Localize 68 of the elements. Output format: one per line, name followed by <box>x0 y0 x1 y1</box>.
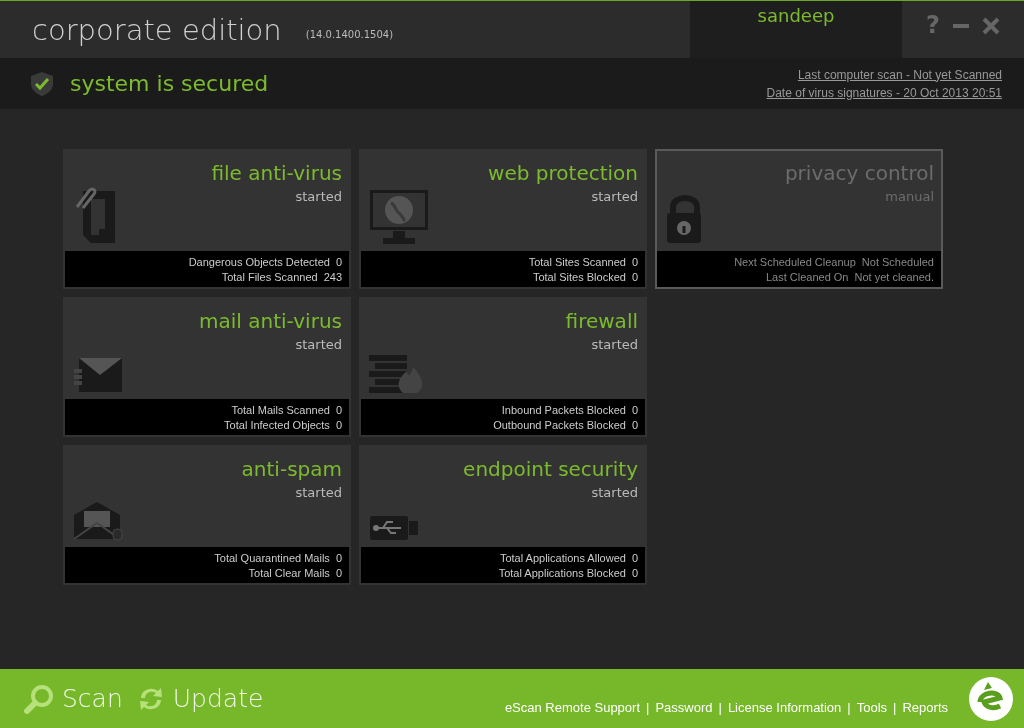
stat-label: Total Applications Blocked <box>498 566 626 579</box>
module-title: anti-spam <box>241 456 342 483</box>
module-tile[interactable]: privacy control manual Next Scheduled Cleanup Not Scheduled Last Cleaned On Not yet cleaned. <box>655 149 943 289</box>
stat-label: Total Quarantined Mails <box>214 551 330 564</box>
module-status: started <box>591 189 638 204</box>
open-envelope-icon <box>73 501 123 541</box>
module-tile[interactable]: web protection started Total Sites Scanned 0 Total Sites Blocked 0 <box>359 149 647 289</box>
stat-label: Outbound Packets Blocked <box>493 418 626 431</box>
module-status: started <box>591 485 638 500</box>
envelope-icon <box>73 357 123 393</box>
stat-label: Total Files Scanned <box>221 270 318 283</box>
stat-label: Inbound Packets Blocked <box>501 403 626 416</box>
stat-value: 0 <box>335 255 342 268</box>
status-link[interactable]: Date of virus signatures - 20 Oct 2013 20:51 <box>766 85 1002 100</box>
stat-value: 0 <box>631 255 638 268</box>
link-separator: | <box>646 700 650 715</box>
module-title: firewall <box>565 308 638 335</box>
module-status: started <box>295 189 342 204</box>
monitor-globe-icon <box>369 189 429 245</box>
stat-value: Not Scheduled <box>861 255 934 268</box>
stat-value: 243 <box>323 270 342 283</box>
brick-wall-flame-icon <box>369 353 425 393</box>
module-tile[interactable]: file anti-virus started Dangerous Objects Detected 0 Total Files Scanned 243 <box>63 149 351 289</box>
link-separator: | <box>847 700 851 715</box>
usb-drive-icon <box>369 515 419 541</box>
stat-value: 0 <box>631 270 638 283</box>
close-icon[interactable] <box>981 17 1000 35</box>
status-link[interactable]: Last computer scan - Not yet Scanned <box>797 67 1002 82</box>
module-title: mail anti-virus <box>199 308 342 335</box>
module-status: started <box>295 485 342 500</box>
window-title: corporate edition <box>32 12 282 47</box>
link-separator: | <box>893 700 897 715</box>
module-tile[interactable]: firewall started Inbound Packets Blocked 0 Outbound Packets Blocked 0 <box>359 297 647 437</box>
stat-value: 0 <box>631 566 638 579</box>
logo-icon <box>968 675 1014 722</box>
module-tile[interactable]: endpoint security started Total Applications Allowed 0 Total Applications Blocked 0 <box>359 445 647 585</box>
stat-value: 0 <box>335 566 342 579</box>
stat-value: Not yet cleaned. <box>854 270 934 283</box>
stat-label: Next Scheduled Cleanup <box>734 255 856 268</box>
stat-value: 0 <box>335 418 342 431</box>
stat-value: 0 <box>631 418 638 431</box>
stat-value: 0 <box>631 403 638 416</box>
user-name: sandeep <box>757 5 835 28</box>
stat-label: Dangerous Objects Detected <box>188 255 330 268</box>
document-clip-icon <box>73 185 117 245</box>
stat-label: Total Sites Scanned <box>528 255 626 268</box>
module-title: endpoint security <box>463 456 638 483</box>
module-tile[interactable]: anti-spam started Total Quarantined Mails 0 Total Clear Mails 0 <box>63 445 351 585</box>
module-tile[interactable]: mail anti-virus started Total Mails Scanned 0 Total Infected Objects 0 <box>63 297 351 437</box>
module-status: manual <box>885 189 934 204</box>
stat-label: Total Clear Mails <box>248 566 330 579</box>
module-status: started <box>591 337 638 352</box>
stat-value: 0 <box>335 403 342 416</box>
stat-label: Total Sites Blocked <box>532 270 626 283</box>
version-label: (14.0.1400.1504) <box>305 29 394 40</box>
link-separator: | <box>718 700 722 715</box>
status-message: system is secured <box>70 71 270 96</box>
module-title: web protection <box>488 160 638 187</box>
module-title: privacy control <box>784 160 934 187</box>
stat-label: Total Mails Scanned <box>231 403 330 416</box>
search-icon <box>24 683 54 714</box>
module-title: file anti-virus <box>211 160 342 187</box>
stat-label: Last Cleaned On <box>765 270 849 283</box>
stat-value: 0 <box>335 551 342 564</box>
stat-label: Total Applications Allowed <box>499 551 626 564</box>
stat-value: 0 <box>631 551 638 564</box>
stat-label: Total Infected Objects <box>224 418 330 431</box>
module-status: started <box>295 337 342 352</box>
